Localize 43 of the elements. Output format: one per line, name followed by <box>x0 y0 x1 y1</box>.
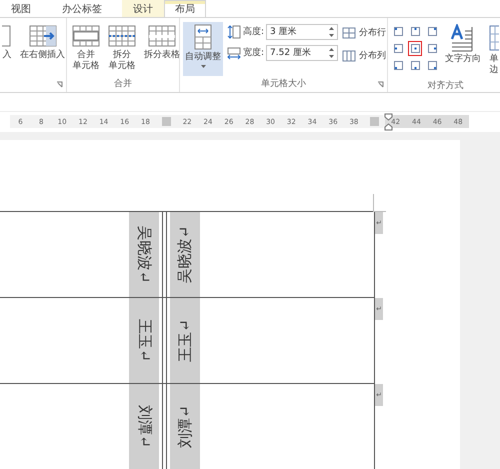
table-button[interactable]: 合并 单元格 <box>70 22 102 76</box>
table-icon <box>148 24 176 48</box>
align-button[interactable] <box>408 40 422 56</box>
indent-marker-icon[interactable] <box>384 112 393 130</box>
name-text: 吴晓波↵ <box>134 226 154 284</box>
cell-margins-button[interactable]: 单 边 <box>487 22 500 78</box>
field-label: 宽度: <box>243 46 264 60</box>
autofit-icon <box>194 24 212 50</box>
table-icon <box>108 24 136 48</box>
distribute-columns-icon <box>342 50 356 62</box>
table-insert-icon <box>28 24 56 48</box>
row-height-icon <box>227 24 241 39</box>
autofit-button[interactable]: 自动调整 <box>183 22 223 76</box>
spinner-arrows-icon[interactable] <box>329 48 334 58</box>
group-title: 对齐方式 <box>426 80 464 93</box>
column-width-icon <box>227 46 241 60</box>
group-title: 单元格大小 <box>260 78 307 91</box>
table-button[interactable]: 拆分表格 <box>142 22 182 76</box>
insert-button[interactable]: 在右侧插入 <box>18 22 67 76</box>
name-text: 王玉↵ <box>176 319 194 362</box>
distribute-rows-icon <box>342 26 356 39</box>
ribbon-tab[interactable]: 布局 <box>164 0 206 17</box>
distribute-button[interactable]: 分布行 <box>342 24 386 42</box>
column-marker[interactable] <box>370 117 380 126</box>
group-title: 合并 <box>113 78 133 91</box>
spin-field[interactable]: 7.52 厘米 <box>266 44 338 61</box>
text-direction-button[interactable]: 文字方向 <box>443 22 483 76</box>
distribute-button[interactable]: 分布列 <box>342 46 386 65</box>
dialog-launcher-icon[interactable] <box>56 80 63 88</box>
name-text: 刘潭↵ <box>134 405 154 448</box>
spin-field[interactable]: 3 厘米 <box>266 24 338 40</box>
name-text: 吴晓波↵ <box>176 226 194 284</box>
table-icon <box>72 24 100 48</box>
table-button[interactable]: 拆分 单元格 <box>106 22 138 76</box>
ribbon-tab[interactable]: 设计 <box>122 0 164 17</box>
name-text: 王玉↵ <box>134 319 154 362</box>
column-marker[interactable] <box>162 117 171 126</box>
insert-button[interactable]: 入 <box>0 22 14 76</box>
caret-icon <box>200 64 206 68</box>
name-text: 刘潭↵ <box>176 405 194 448</box>
spinner-arrows-icon[interactable] <box>329 26 334 37</box>
dialog-launcher-icon[interactable] <box>377 80 384 88</box>
field-label: 高度: <box>243 26 264 38</box>
